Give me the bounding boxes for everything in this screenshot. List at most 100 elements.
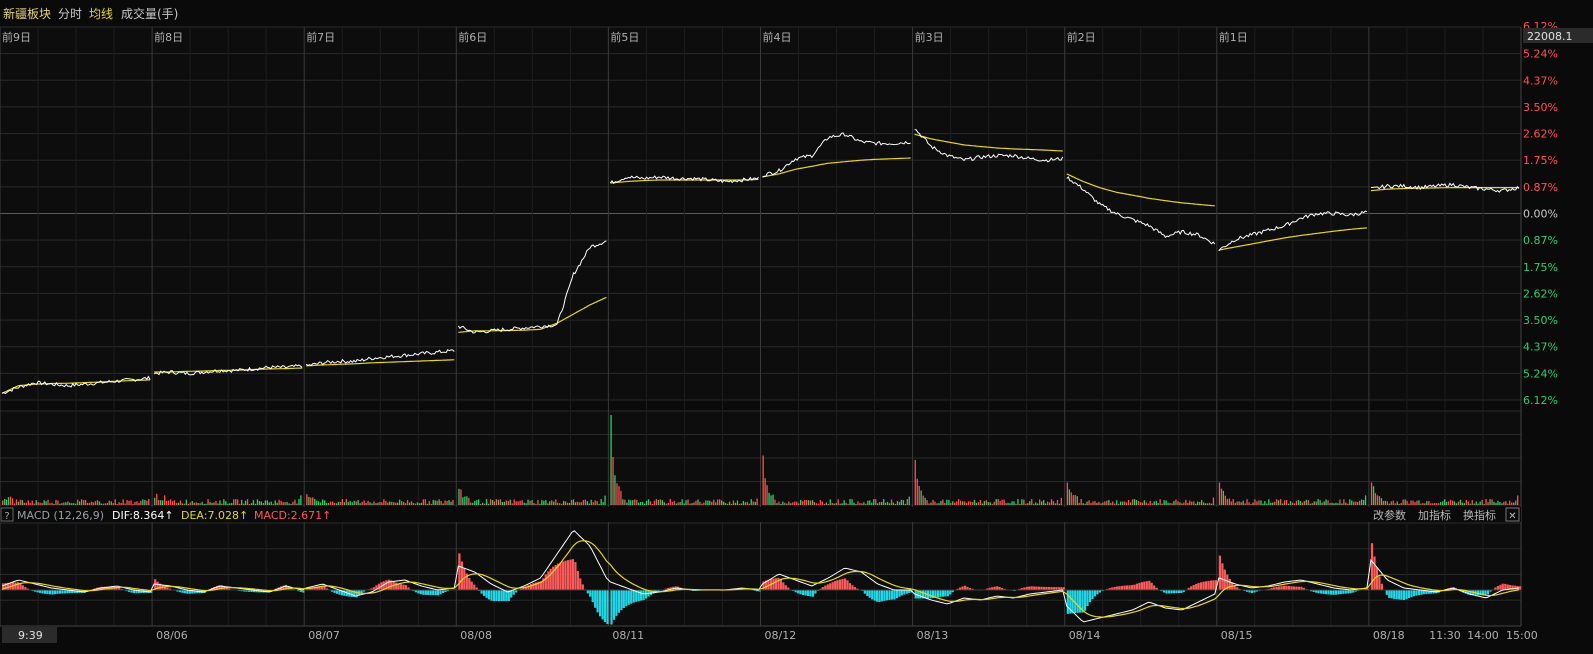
volume-bar xyxy=(1066,482,1068,505)
volume-bar xyxy=(983,501,985,505)
macd-histogram-bar xyxy=(404,585,408,590)
volume-bar xyxy=(485,499,488,505)
volume-bar xyxy=(555,499,557,505)
macd-histogram-bar xyxy=(627,590,630,605)
volume-bar xyxy=(1489,499,1491,505)
volume-bar xyxy=(1436,503,1438,505)
macd-histogram-bar xyxy=(1145,581,1148,590)
volume-bar xyxy=(1270,502,1272,505)
volume-bar xyxy=(266,500,268,505)
macd-histogram-bar xyxy=(1499,584,1502,590)
volume-bar xyxy=(1021,499,1023,505)
macd-histogram-bar xyxy=(41,590,44,594)
macd-histogram-bar xyxy=(1207,580,1210,590)
macd-histogram-bar xyxy=(586,590,589,594)
volume-bar xyxy=(1264,501,1266,505)
volume-bar xyxy=(138,502,140,505)
volume-bar xyxy=(1175,499,1177,505)
volume-bar xyxy=(547,503,549,505)
volume-bar xyxy=(551,500,553,505)
volume-bar xyxy=(728,501,731,505)
change-params-button[interactable]: 改参数 xyxy=(1373,508,1406,522)
intraday-chart[interactable]: 前9日 前8日 前7日 前6日 前5日 前4日 前3日 前2日 前1日 6.12% 22008.1… xyxy=(0,0,1593,654)
macd-histogram-bar xyxy=(335,590,338,594)
volume-bar xyxy=(515,501,517,505)
volume-bar xyxy=(1317,499,1319,505)
volume-bar xyxy=(1343,499,1345,505)
volume-bar xyxy=(401,501,403,505)
macd-histogram-bar xyxy=(848,583,852,590)
macd-histogram-bar xyxy=(468,578,471,590)
volume-bar xyxy=(1226,499,1228,505)
y-tick-up: 5.24% xyxy=(1523,48,1558,61)
volume-bar xyxy=(122,499,124,505)
macd-histogram-bar xyxy=(529,584,533,590)
volume-bar xyxy=(144,500,146,505)
volume-bar xyxy=(179,500,182,505)
volume-bar xyxy=(1151,503,1153,505)
macd-histogram-bar xyxy=(846,580,849,590)
volume-bar xyxy=(1060,497,1062,505)
volume-bar xyxy=(610,415,612,505)
macd-histogram-bar xyxy=(1125,585,1129,590)
macd-histogram-bar xyxy=(422,590,425,595)
volume-bar xyxy=(1285,500,1288,505)
volume-bar xyxy=(21,500,23,505)
volume-bar xyxy=(1250,504,1252,505)
help-icon-text[interactable]: ? xyxy=(4,511,9,522)
volume-bar xyxy=(667,503,669,505)
volume-bar xyxy=(227,503,229,505)
volume-bar xyxy=(4,499,6,505)
volume-bar xyxy=(509,499,511,505)
volume-bar xyxy=(262,503,264,505)
macd-histogram-bar xyxy=(871,590,874,600)
macd-histogram-bar xyxy=(873,590,876,601)
volume-bar xyxy=(1408,503,1410,505)
volume-bar xyxy=(855,504,857,505)
add-indicator-button[interactable]: 加指标 xyxy=(1418,508,1451,522)
close-icon[interactable]: ✕ xyxy=(1508,511,1516,522)
volume-bar xyxy=(1165,500,1167,505)
volume-bar xyxy=(1072,495,1074,505)
volume-bar xyxy=(950,502,952,505)
volume-bar xyxy=(1256,501,1258,505)
volume-bar xyxy=(1351,500,1353,505)
switch-indicator-button[interactable]: 换指标 xyxy=(1463,508,1496,522)
volume-bar xyxy=(468,497,470,505)
volume-bar xyxy=(387,502,389,505)
volume-bar xyxy=(580,502,582,505)
volume-bar xyxy=(640,502,642,505)
volume-bar xyxy=(962,501,964,505)
volume-bar xyxy=(126,500,128,505)
price-axis: 6.12% 22008.1 5.24% 4.37% 3.50% 2.62% 1.75% 0.8… xyxy=(1523,20,1593,407)
macd-histogram-bar xyxy=(1347,590,1350,594)
volume-bar xyxy=(33,503,35,505)
macd-histogram-bar xyxy=(799,590,802,595)
volume-bar xyxy=(130,500,132,505)
macd-histogram-bar xyxy=(1496,586,1499,590)
macd-histogram-bar xyxy=(63,590,66,594)
volume-bar xyxy=(726,503,729,505)
y-tick-up: 1.75% xyxy=(1523,154,1558,167)
volume-bar xyxy=(442,503,444,505)
y-tick-down: 2.62% xyxy=(1523,287,1558,300)
volume-bar xyxy=(989,502,991,505)
volume-bar xyxy=(284,502,286,505)
volume-bar xyxy=(1181,503,1183,505)
time-axis: 9:39 08/06 08/07 08/08 08/11 08/12 08/13 08/14 0… xyxy=(0,627,1593,654)
macd-histogram-bar xyxy=(544,574,547,590)
volume-bar xyxy=(559,503,561,505)
volume-bar xyxy=(1013,501,1015,505)
volume-bar xyxy=(1076,496,1078,505)
volume-bar xyxy=(1311,503,1313,505)
volume-bar xyxy=(877,503,879,505)
macd-histogram-bar xyxy=(883,590,886,601)
volume-bar xyxy=(677,502,679,505)
volume-bar xyxy=(1185,499,1187,505)
macd-histogram-bar xyxy=(996,586,999,590)
volume-bar xyxy=(1428,501,1430,505)
volume-bar xyxy=(25,502,27,505)
macd-histogram-bar xyxy=(893,590,896,600)
volume-bar xyxy=(1357,501,1359,505)
volume-bar xyxy=(964,501,966,505)
